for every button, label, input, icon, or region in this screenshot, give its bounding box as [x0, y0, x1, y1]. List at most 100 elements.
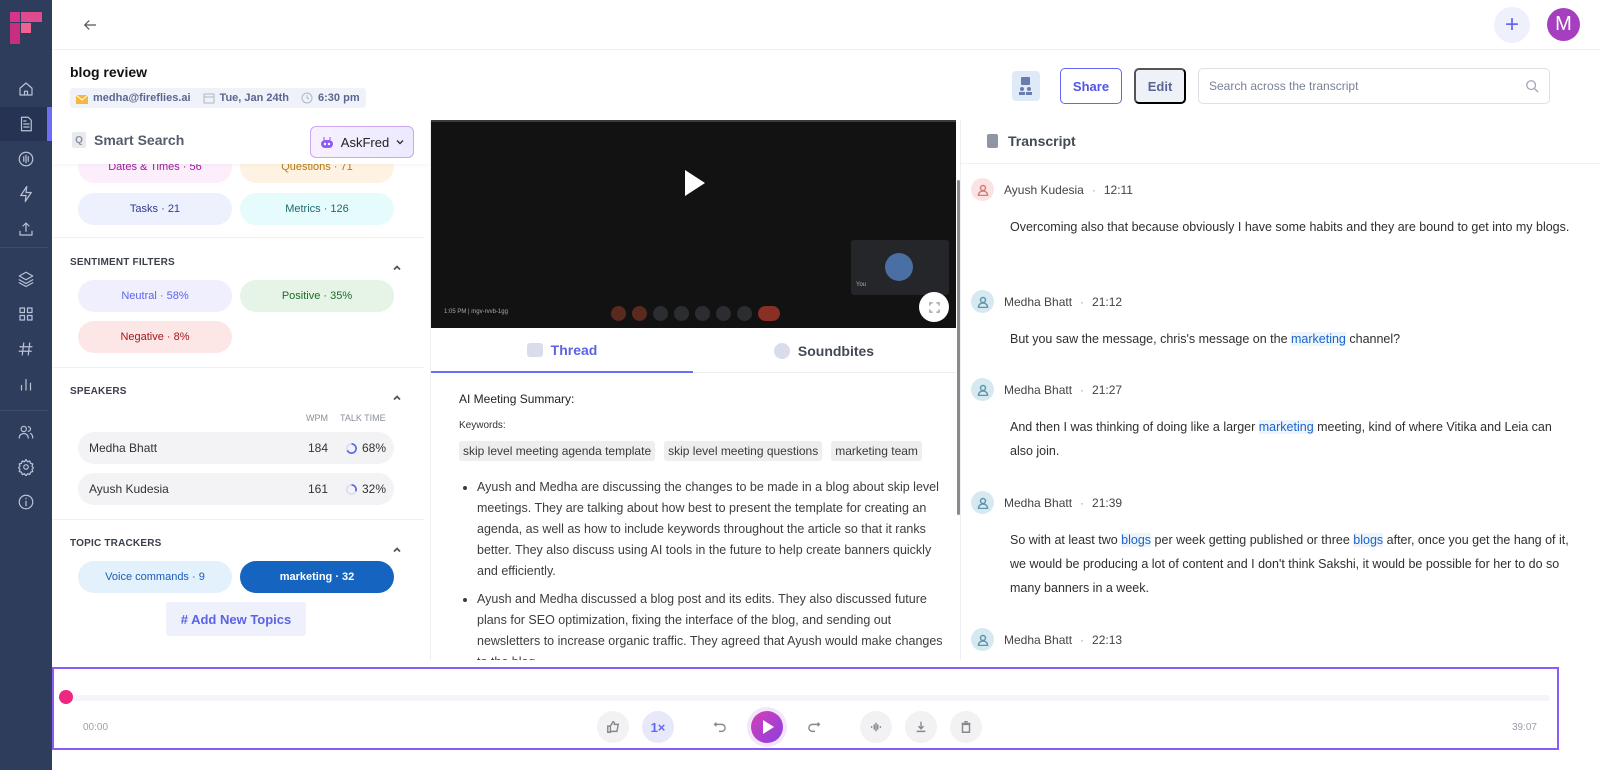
- keyword-chip[interactable]: skip level meeting agenda template: [459, 441, 656, 461]
- smart-search-icon: Q: [72, 132, 86, 148]
- speaker-name[interactable]: Medha Bhatt: [1004, 633, 1072, 647]
- sidebar-divider: [0, 410, 48, 411]
- sidebar-item-apps[interactable]: [0, 297, 52, 331]
- fullscreen-button[interactable]: [919, 292, 949, 322]
- speaker-name: Medha Bhatt: [89, 441, 158, 455]
- transcript-header: Transcript: [961, 120, 1600, 164]
- highlighted-keyword[interactable]: marketing: [1258, 420, 1314, 434]
- chat-users-icon: [1019, 77, 1032, 95]
- captions-icon: [653, 306, 668, 321]
- speaker-row[interactable]: Ayush Kudesia 161 32%: [78, 473, 394, 505]
- entry-timestamp[interactable]: 21:39: [1092, 496, 1122, 510]
- sidebar-item-conversations[interactable]: [0, 142, 52, 176]
- meeting-meta: medha@fireflies.ai Tue, Jan 24th 6:30 pm: [70, 88, 366, 108]
- highlighted-keyword[interactable]: blogs: [1121, 533, 1152, 547]
- speaker-name[interactable]: Medha Bhatt: [1004, 383, 1072, 397]
- col-wpm: WPM: [306, 413, 328, 423]
- play-button[interactable]: [751, 711, 783, 743]
- video-play-icon[interactable]: [685, 170, 705, 196]
- delete-button[interactable]: [950, 711, 982, 743]
- chevron-down-icon: [396, 140, 404, 145]
- download-button[interactable]: [905, 711, 937, 743]
- mic-icon: [611, 306, 626, 321]
- sidebar-item-channels[interactable]: [0, 332, 52, 366]
- top-bar: + M: [52, 0, 1600, 50]
- speaker-name[interactable]: Medha Bhatt: [1004, 496, 1072, 510]
- audio-wave-icon: [18, 151, 34, 167]
- sidebar-item-notebook[interactable]: [0, 107, 52, 141]
- layers-icon: [18, 271, 34, 288]
- collapse-speakers-button[interactable]: [392, 390, 406, 404]
- filter-metrics[interactable]: Metrics · 126: [240, 193, 394, 225]
- speaker-bubbles-button[interactable]: [1012, 71, 1040, 101]
- back-button[interactable]: [78, 13, 102, 37]
- sidebar-item-analytics[interactable]: [0, 367, 52, 401]
- entry-timestamp[interactable]: 21:27: [1092, 383, 1122, 397]
- progress-scrubber[interactable]: [59, 690, 73, 704]
- sidebar-item-info[interactable]: [0, 485, 52, 519]
- entry-text: So with at least two blogs per week gett…: [1010, 528, 1570, 600]
- user-avatar[interactable]: M: [1547, 8, 1580, 41]
- text-segment: And then I was thinking of doing like a …: [1010, 420, 1259, 434]
- speaker-name[interactable]: Ayush Kudesia: [1004, 183, 1084, 197]
- askfred-dropdown[interactable]: AskFred: [310, 126, 414, 158]
- soundbite-button[interactable]: [860, 711, 892, 743]
- sidebar-item-topics[interactable]: [0, 262, 52, 296]
- header-actions: Share Edit: [1012, 68, 1550, 104]
- sidebar-item-integrations[interactable]: [0, 177, 52, 211]
- sidebar-item-upload[interactable]: [0, 212, 52, 246]
- speaker-row[interactable]: Medha Bhatt 184 68%: [78, 432, 394, 464]
- sentiment-negative[interactable]: Negative · 8%: [78, 321, 232, 353]
- smart-search-header: Q Smart Search AskFred: [52, 120, 430, 164]
- highlighted-keyword[interactable]: blogs: [1353, 533, 1384, 547]
- forward-button[interactable]: [799, 711, 831, 743]
- entry-timestamp[interactable]: 12:11: [1104, 183, 1133, 197]
- fireflies-logo-icon[interactable]: [10, 12, 42, 44]
- playback-speed-button[interactable]: 1×: [642, 711, 674, 743]
- sentiment-neutral[interactable]: Neutral · 58%: [78, 280, 232, 312]
- tab-thread[interactable]: Thread: [431, 328, 693, 373]
- sentiment-positive[interactable]: Positive · 35%: [240, 280, 394, 312]
- edit-button[interactable]: Edit: [1134, 68, 1186, 104]
- sidebar-item-settings[interactable]: [0, 450, 52, 484]
- highlighted-keyword[interactable]: marketing: [1291, 332, 1346, 346]
- rewind-button[interactable]: [703, 711, 735, 743]
- add-new-topics-button[interactable]: # Add New Topics: [166, 602, 306, 636]
- entry-text: Overcoming also that because obviously I…: [1010, 215, 1570, 239]
- keyword-chip[interactable]: skip level meeting questions: [664, 441, 823, 461]
- filter-tasks[interactable]: Tasks · 21: [78, 193, 232, 225]
- collapse-sentiment-button[interactable]: [392, 260, 406, 274]
- sidebar-item-home[interactable]: [0, 72, 52, 106]
- keyword-chip[interactable]: marketing team: [831, 441, 922, 461]
- share-button[interactable]: Share: [1060, 68, 1122, 104]
- summary-heading: AI Meeting Summary:: [459, 392, 575, 406]
- search-icon[interactable]: [1525, 79, 1539, 93]
- trash-icon: [961, 721, 971, 733]
- document-icon: [20, 116, 32, 132]
- divider: [52, 237, 424, 238]
- collapse-topics-button[interactable]: [392, 542, 406, 556]
- bar-chart-icon: [20, 378, 32, 391]
- summary-bullets: Ayush and Medha are discussing the chang…: [459, 477, 949, 660]
- video-player[interactable]: You 1:05 PM | mgv-rvvb-1gg: [431, 120, 956, 328]
- entry-timestamp[interactable]: 22:13: [1092, 633, 1122, 647]
- hand-icon: [674, 306, 689, 321]
- participant-avatar: [885, 253, 913, 281]
- entry-header: Medha Bhatt · 21:39: [971, 491, 1591, 514]
- thumbs-up-button[interactable]: [597, 711, 629, 743]
- topic-marketing[interactable]: marketing · 32: [240, 561, 394, 593]
- sidebar-item-team[interactable]: [0, 415, 52, 449]
- entry-header: Ayush Kudesia · 12:11: [971, 178, 1591, 201]
- smart-search-title-text: Smart Search: [94, 132, 185, 148]
- chevron-up-icon: [393, 547, 401, 553]
- progress-track[interactable]: [64, 695, 1550, 701]
- self-video-tile: You: [851, 240, 949, 295]
- entry-timestamp[interactable]: 21:12: [1092, 295, 1122, 309]
- speaker-name[interactable]: Medha Bhatt: [1004, 295, 1072, 309]
- topic-voice-commands[interactable]: Voice commands · 9: [78, 561, 232, 593]
- add-button[interactable]: +: [1494, 7, 1530, 43]
- transcript-search-input[interactable]: [1209, 79, 1525, 93]
- tab-soundbites[interactable]: Soundbites: [693, 328, 955, 373]
- transcript-entry: Medha Bhatt · 21:39 So with at least two bl…: [971, 491, 1591, 600]
- soundwave-icon: [870, 722, 882, 732]
